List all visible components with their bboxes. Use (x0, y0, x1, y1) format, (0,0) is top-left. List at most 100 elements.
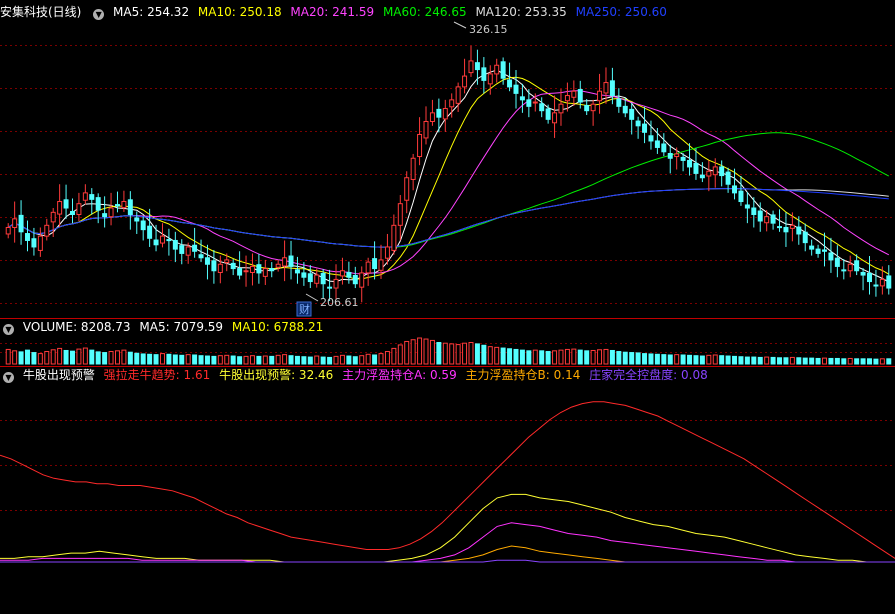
indicator-v1-label: 强拉走牛趋势: 1.61 (103, 368, 211, 382)
stock-title[interactable]: 安集科技(日线) (0, 5, 81, 19)
candle-up (397, 203, 403, 226)
candle-down (372, 258, 378, 270)
volume-bar (809, 357, 815, 365)
volume-bar (802, 357, 808, 365)
candle-down (744, 204, 750, 209)
volume-bar (282, 354, 288, 365)
volume-bar (674, 354, 680, 365)
candle-down (230, 262, 236, 270)
candle-up (552, 112, 558, 124)
volume-bar (365, 353, 371, 365)
candle-down (69, 210, 75, 216)
candle-up (558, 103, 564, 114)
volume-bar (423, 338, 429, 365)
candle-down (661, 143, 667, 153)
volume-bar (249, 355, 255, 365)
volume-bar (346, 355, 352, 365)
high-price-label: 326.15 (469, 23, 508, 36)
candle-down (822, 249, 828, 252)
volume-bar (860, 358, 866, 365)
volume-bar (867, 358, 872, 365)
candle-up (384, 246, 390, 259)
candle-down (301, 272, 307, 278)
indicator-lines (0, 401, 895, 563)
candle-up (764, 216, 770, 224)
candle-up (429, 112, 435, 122)
volume-bar (751, 356, 757, 365)
volume-ma5-label: MA5: 7079.59 (139, 320, 224, 334)
volume-bar (494, 346, 500, 365)
volume-bar (699, 355, 705, 365)
volume-bar (532, 349, 538, 365)
candle-up (243, 270, 249, 273)
volume-bar (661, 354, 667, 365)
volume-bar (558, 349, 564, 365)
high-leader-line (453, 21, 467, 29)
volume-bar (738, 356, 744, 365)
finance-marker[interactable]: 财 (299, 302, 310, 316)
volume-bar (519, 349, 525, 365)
volume-bar (147, 353, 153, 365)
volume-bar (828, 357, 834, 365)
volume-bar (642, 353, 648, 365)
volume-bar (352, 356, 358, 365)
volume-bar (854, 358, 860, 365)
candle-up (50, 211, 56, 223)
candle-up (597, 90, 603, 102)
candle-up (359, 272, 365, 288)
candle-up (249, 265, 255, 273)
volume-bar (359, 355, 365, 365)
chevron-down-icon[interactable]: ▼ (93, 9, 105, 20)
volume-bar (327, 356, 333, 365)
candle-up (494, 64, 500, 75)
ma5-line (7, 69, 890, 283)
candle-down (609, 80, 615, 97)
chevron-down-icon[interactable]: ▼ (3, 324, 14, 335)
volume-bar (526, 350, 532, 365)
ma120-label: MA120: 253.35 (475, 5, 567, 19)
candle-up (121, 201, 127, 209)
candle-up (76, 203, 82, 216)
volume-bar (879, 358, 885, 365)
candle-down (63, 199, 69, 209)
volume-bar (507, 348, 513, 365)
volume-bar (31, 352, 37, 365)
volume-bar (539, 350, 545, 365)
volume-bar (886, 358, 892, 365)
candle-down (873, 284, 879, 287)
candle-down (179, 245, 185, 254)
candle-down (622, 105, 628, 114)
volume-bar (192, 354, 198, 365)
volume-bar (95, 351, 101, 365)
candle-down (770, 214, 776, 224)
volume-bar (269, 355, 275, 365)
volume-bar (712, 354, 718, 365)
volume-bar (442, 342, 448, 365)
volume-bar (288, 355, 294, 365)
candle-up (423, 120, 429, 139)
candle-down (687, 159, 693, 168)
volume-bar (564, 348, 570, 365)
volume-bar (429, 339, 435, 365)
volume-bar (224, 354, 230, 365)
volume-bar (732, 355, 738, 365)
volume-bar (648, 353, 654, 365)
candle-up (487, 73, 493, 85)
price-legend-bar: 安集科技(日线) ▼ MA5: 254.32 MA10: 250.18 MA20… (0, 3, 672, 21)
candle-down (616, 98, 622, 107)
volume-bar (654, 353, 660, 365)
candle-down (95, 197, 101, 211)
candle-up (789, 224, 795, 229)
candle-down (860, 271, 866, 276)
candle-down (828, 252, 834, 261)
candle-up (417, 133, 423, 158)
candle-down (584, 104, 590, 112)
candle-down (577, 88, 583, 103)
indicator-title[interactable]: 牛股出现预警 (23, 368, 95, 382)
candle-down (680, 156, 686, 161)
candle-down (719, 166, 725, 177)
chevron-down-icon[interactable]: ▼ (3, 372, 14, 383)
volume-bar (185, 354, 191, 365)
volume-bar (706, 354, 712, 365)
volume-bar (140, 353, 146, 365)
